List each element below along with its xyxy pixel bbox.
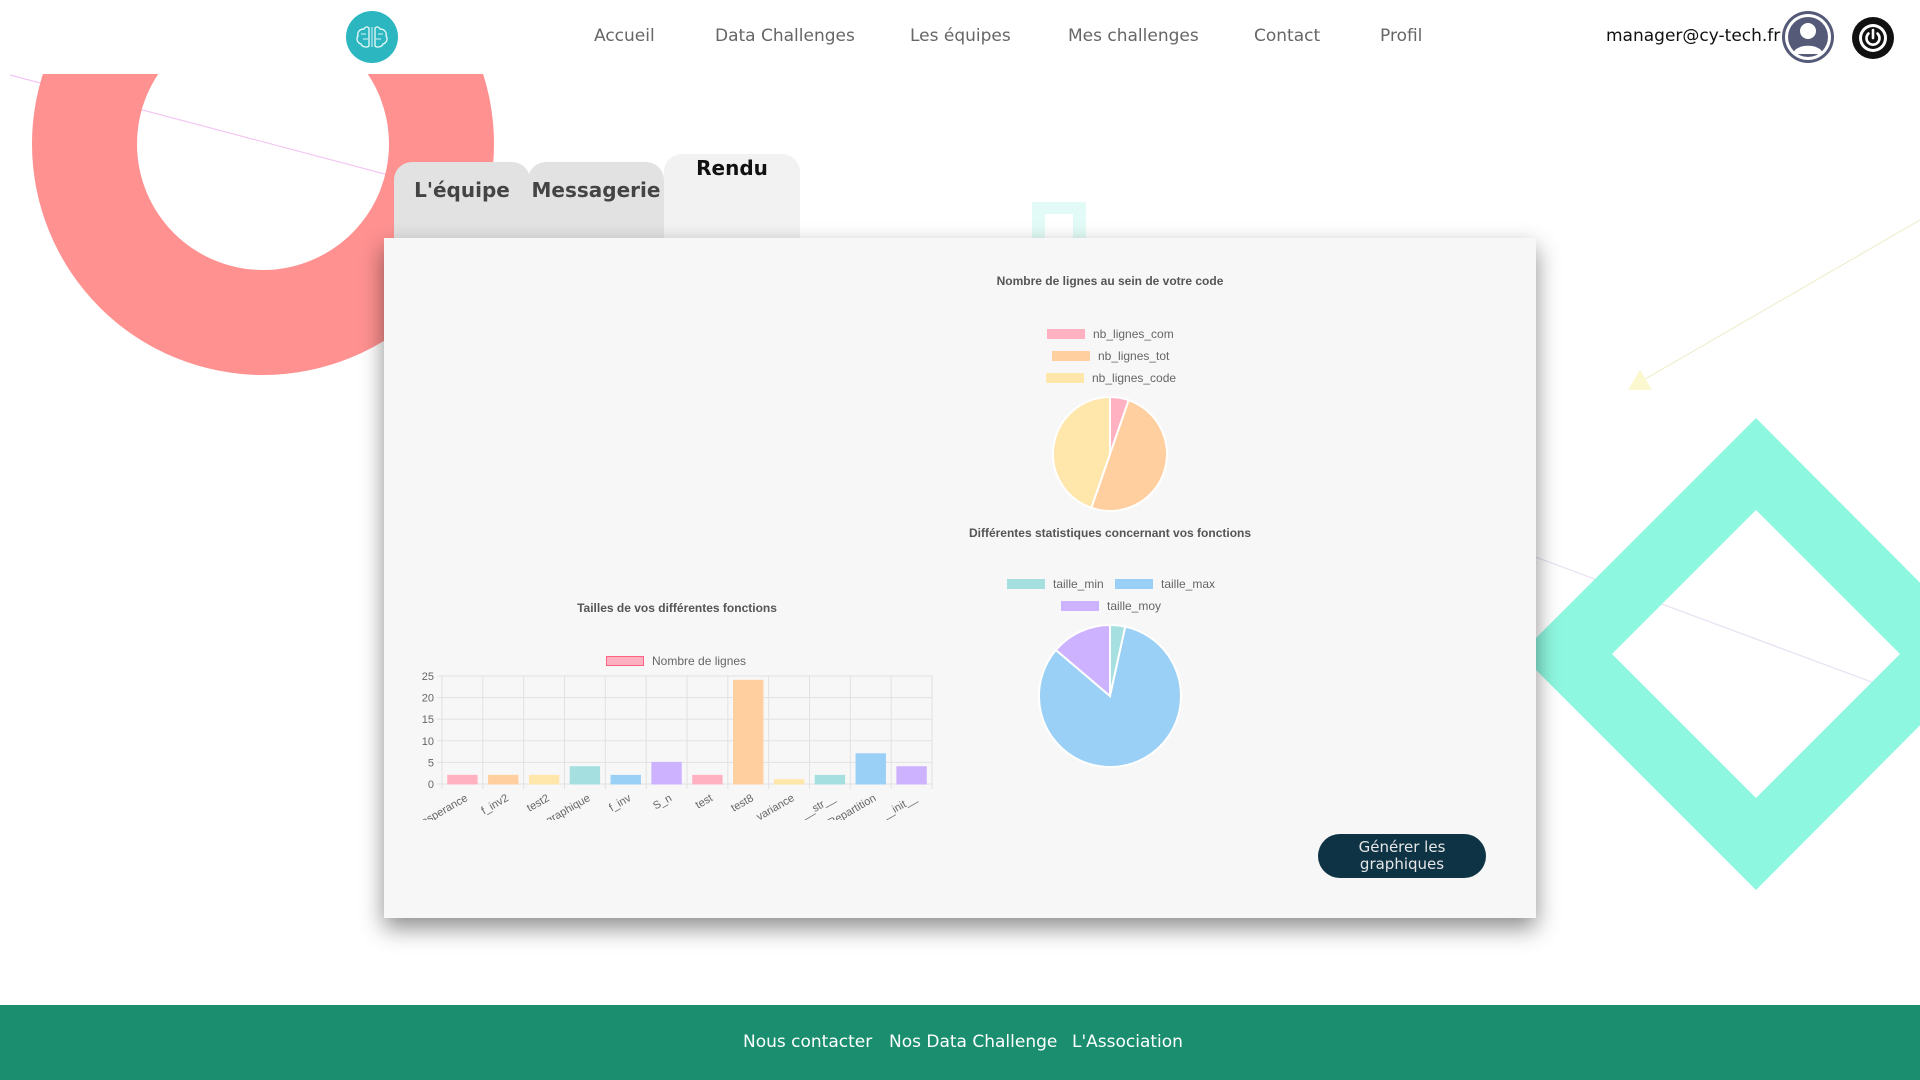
user-icon [1785, 14, 1831, 60]
bar-str[interactable] [814, 774, 846, 785]
bar-Sn[interactable] [651, 761, 682, 785]
nav-mes-challenges[interactable]: Mes challenges [1068, 26, 1199, 46]
bar-test2[interactable] [528, 774, 560, 785]
footer-link-data-challenge[interactable]: Nos Data Challenge [889, 1032, 1057, 1052]
bar-x-tick-label: graphique [544, 792, 592, 820]
rendu-panel: Nombre de lignes au sein de votre code n… [384, 238, 1536, 918]
small-triangle-shape [1628, 370, 1652, 390]
bar-y-tick-label: 0 [428, 779, 434, 791]
logout-button[interactable] [1852, 17, 1894, 59]
bar-y-tick-label: 10 [422, 736, 434, 748]
footer: Nous contacter Nos Data Challenge L'Asso… [0, 1005, 1920, 1080]
top-navbar: Accueil Data Challenges Les équipes Mes … [0, 0, 1920, 74]
tab-equipe-label: L'équipe [414, 178, 510, 202]
legend-label: nb_lignes_tot [1098, 349, 1170, 363]
bar-test[interactable] [692, 774, 723, 785]
legend-swatch [1115, 579, 1153, 589]
user-email: manager@cy-tech.fr [1606, 26, 1781, 46]
nav-contact[interactable]: Contact [1254, 26, 1320, 46]
legend-swatch [1052, 351, 1090, 361]
bar-x-tick-label: test2 [525, 792, 552, 814]
pie-lines-title: Nombre de lignes au sein de votre code [996, 274, 1224, 288]
bar-x-tick-label: S_n [651, 792, 674, 812]
mint-diamond-shape [1520, 418, 1920, 890]
bar-fRepartition[interactable] [855, 753, 886, 785]
bar-y-tick-label: 20 [422, 693, 434, 705]
footer-link-contact[interactable]: Nous contacter [743, 1032, 872, 1052]
bar-x-tick-label: f_inv [607, 792, 634, 814]
tab-rendu[interactable]: Rendu [664, 154, 800, 242]
footer-link-association[interactable]: L'Association [1072, 1032, 1183, 1052]
bar-test8[interactable] [733, 679, 764, 785]
bar-x-tick-label: variance [755, 792, 797, 820]
bar-y-tick-label: 15 [422, 714, 434, 726]
generate-charts-button[interactable]: Générer les graphiques [1318, 834, 1486, 878]
bar-esperance[interactable] [447, 774, 478, 785]
bar-x-tick-label: __init__ [879, 792, 920, 820]
legend-label: taille_max [1161, 577, 1216, 591]
pie-stats-legend-2[interactable]: taille_moy [1061, 599, 1161, 613]
pie-stats-legend-0[interactable]: taille_min [1007, 577, 1104, 591]
tab-messagerie-label: Messagerie [531, 178, 661, 202]
power-icon [1859, 24, 1887, 52]
tab-rendu-label: Rendu [696, 156, 768, 180]
pie-stats-legend-1[interactable]: taille_max [1115, 577, 1215, 591]
bar-y-tick-label: 25 [422, 671, 434, 683]
tab-equipe[interactable]: L'équipe [394, 162, 530, 242]
legend-swatch [1046, 373, 1084, 383]
bar-finv2[interactable] [488, 774, 519, 785]
bar-sizes-title: Tailles de vos différentes fonctions [577, 601, 777, 615]
legend-swatch [1007, 579, 1045, 589]
pie-lines-legend-1[interactable]: nb_lignes_tot [1052, 349, 1169, 363]
nav-profil[interactable]: Profil [1380, 26, 1422, 46]
pie-lines-legend-0[interactable]: nb_lignes_com [1047, 327, 1174, 341]
pie-stats-title: Différentes statistiques concernant vos … [968, 526, 1252, 540]
legend-label: taille_min [1053, 577, 1104, 591]
user-avatar[interactable] [1782, 11, 1834, 63]
bar-y-tick-label: 5 [428, 757, 434, 769]
bar-finv[interactable] [610, 774, 641, 785]
brain-icon [356, 26, 388, 48]
bar-x-tick-label: esperance [419, 792, 469, 820]
bar-init[interactable] [896, 766, 927, 785]
bar-graphique[interactable] [569, 766, 601, 785]
bar-x-tick-label: test8 [729, 792, 756, 814]
nav-accueil[interactable]: Accueil [594, 26, 655, 46]
nav-data-challenges[interactable]: Data Challenges [715, 26, 855, 46]
legend-label: nb_lignes_com [1093, 327, 1174, 341]
legend-label: taille_moy [1107, 599, 1162, 613]
pie-lines-legend-2[interactable]: nb_lignes_code [1046, 371, 1176, 385]
tab-messagerie[interactable]: Messagerie [528, 162, 664, 242]
bar-variance[interactable] [773, 779, 805, 785]
pie-chart-lines [1052, 395, 1168, 512]
bar-chart-function-sizes: 0 5 10 15 20 25 esperance f_inv2 test2graphique f… [419, 671, 933, 820]
bar-x-tick-label: f_inv2 [479, 792, 510, 817]
legend-swatch [1047, 329, 1085, 339]
legend-swatch [1061, 601, 1099, 611]
site-logo[interactable] [346, 11, 398, 63]
legend-label: nb_lignes_code [1092, 371, 1177, 385]
pie-chart-stats [1038, 623, 1182, 768]
bar-x-tick-label: test [694, 792, 715, 811]
nav-les-equipes[interactable]: Les équipes [910, 26, 1011, 46]
